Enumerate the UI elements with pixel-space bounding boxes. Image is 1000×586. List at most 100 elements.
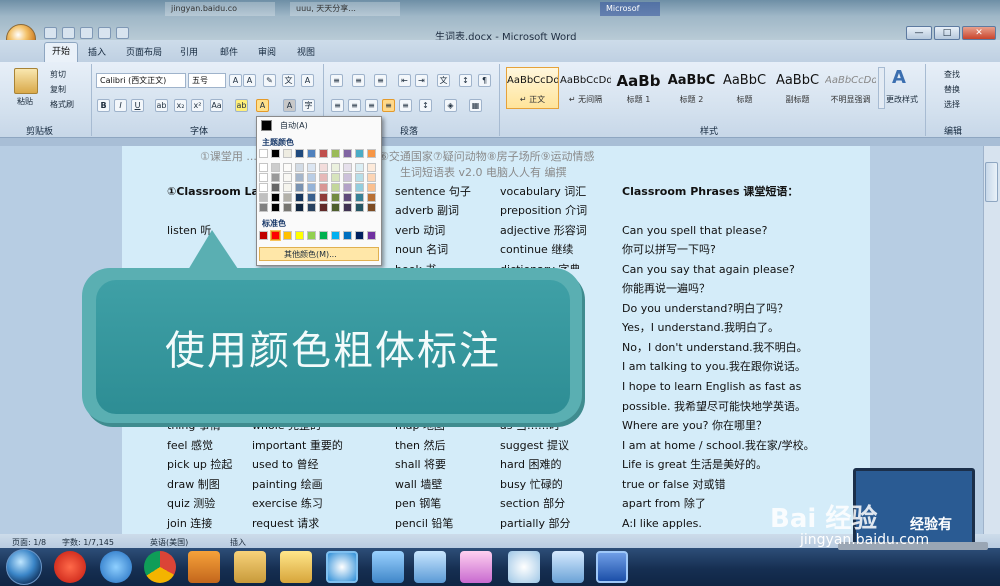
standard-color-swatch[interactable] [259, 231, 268, 240]
auto-color-option[interactable]: 自动(A) [280, 120, 308, 131]
subscript-icon[interactable]: x₂ [174, 99, 187, 112]
strikethrough-icon[interactable]: ab [155, 99, 168, 112]
redo-icon[interactable] [80, 27, 93, 39]
theme-color-swatch[interactable] [295, 163, 304, 172]
theme-color-swatch[interactable] [319, 163, 328, 172]
theme-color-swatch[interactable] [283, 163, 292, 172]
start-button[interactable] [6, 549, 42, 585]
theme-color-swatch[interactable] [319, 173, 328, 182]
style-title[interactable]: AaBbC 标题 [718, 67, 771, 109]
theme-color-swatch[interactable] [319, 149, 328, 158]
theme-color-swatch[interactable] [259, 183, 268, 192]
theme-color-swatch[interactable] [367, 183, 376, 192]
theme-color-swatch[interactable] [259, 193, 268, 202]
change-styles-button[interactable]: 更改样式 [886, 94, 918, 105]
minimize-button[interactable]: — [906, 26, 932, 40]
jiang-app-icon[interactable] [54, 551, 86, 583]
theme-color-swatch[interactable] [319, 193, 328, 202]
auto-color-swatch[interactable] [261, 120, 272, 131]
theme-color-swatch[interactable] [367, 203, 376, 212]
style-heading-1[interactable]: AaBb 标题 1 [612, 67, 665, 109]
standard-color-swatch[interactable] [270, 230, 281, 241]
paste-button[interactable]: 粘贴 [17, 96, 33, 107]
browser-active-icon[interactable] [326, 551, 358, 583]
shrink-font-icon[interactable]: A [243, 74, 256, 87]
theme-color-swatch[interactable] [259, 173, 268, 182]
browser-tab-3[interactable]: Microsof [600, 2, 660, 16]
copy-button[interactable]: 复制 [50, 84, 66, 95]
tab-insert[interactable]: 插入 [88, 45, 106, 58]
paste-icon[interactable] [14, 68, 38, 94]
theme-color-swatch[interactable] [367, 149, 376, 158]
display-icon[interactable] [552, 551, 584, 583]
decrease-indent-icon[interactable]: ⇤ [398, 74, 411, 87]
style-heading-2[interactable]: AaBbC 标题 2 [665, 67, 718, 109]
theme-color-swatch[interactable] [295, 203, 304, 212]
theme-color-swatch[interactable] [367, 193, 376, 202]
theme-color-swatch[interactable] [343, 149, 352, 158]
theme-color-swatch[interactable] [355, 183, 364, 192]
sort-icon[interactable]: ↕ [459, 74, 472, 87]
theme-color-swatch[interactable] [343, 173, 352, 182]
style-normal[interactable]: AaBbCcDd ↵ 正文 [506, 67, 559, 109]
align-left-icon[interactable]: ≡ [331, 99, 344, 112]
replace-button[interactable]: 替换 [944, 84, 960, 95]
font-color-icon[interactable]: A [256, 99, 269, 112]
insert-mode[interactable]: 插入 [230, 537, 246, 548]
distributed-icon[interactable]: ≡ [399, 99, 412, 112]
theme-color-swatch[interactable] [343, 193, 352, 202]
theme-color-swatch[interactable] [295, 173, 304, 182]
theme-color-swatch[interactable] [307, 163, 316, 172]
fan-icon[interactable] [508, 551, 540, 583]
theme-color-swatch[interactable] [271, 193, 280, 202]
show-marks-icon[interactable]: ¶ [478, 74, 491, 87]
paint-icon[interactable] [460, 551, 492, 583]
char-shading-icon[interactable]: A [283, 99, 296, 112]
multilevel-icon[interactable]: ≡ [374, 74, 387, 87]
superscript-icon[interactable]: x² [191, 99, 204, 112]
change-styles-icon[interactable]: A [892, 67, 906, 88]
theme-color-swatch[interactable] [259, 149, 268, 158]
explorer-icon[interactable] [234, 551, 266, 583]
undo-icon[interactable] [62, 27, 75, 39]
theme-color-swatch[interactable] [355, 203, 364, 212]
theme-color-swatch[interactable] [355, 163, 364, 172]
ie-icon[interactable] [100, 551, 132, 583]
standard-color-swatch[interactable] [367, 231, 376, 240]
theme-color-swatch[interactable] [283, 193, 292, 202]
browser-tab-1[interactable]: jingyan.baidu.co [165, 2, 275, 16]
theme-color-swatch[interactable] [283, 149, 292, 158]
vertical-scrollbar[interactable] [983, 146, 1000, 534]
font-size-combo[interactable]: 五号 [188, 73, 226, 88]
select-button[interactable]: 选择 [944, 99, 960, 110]
chinese-layout-icon[interactable]: 文 [437, 74, 450, 87]
theme-color-swatch[interactable] [367, 163, 376, 172]
theme-color-swatch[interactable] [271, 203, 280, 212]
align-right-icon[interactable]: ≡ [365, 99, 378, 112]
tab-mailings[interactable]: 邮件 [220, 45, 238, 58]
theme-color-swatch[interactable] [319, 203, 328, 212]
network-icon[interactable] [372, 551, 404, 583]
browser-tab-2[interactable]: uuu, 天天分享... [290, 2, 400, 16]
theme-color-swatch[interactable] [355, 149, 364, 158]
theme-color-swatch[interactable] [283, 183, 292, 192]
tab-view[interactable]: 视图 [297, 45, 315, 58]
underline-icon[interactable]: U [131, 99, 144, 112]
theme-color-swatch[interactable] [367, 173, 376, 182]
theme-color-swatch[interactable] [355, 173, 364, 182]
theme-color-swatch[interactable] [331, 183, 340, 192]
italic-icon[interactable]: I [114, 99, 127, 112]
open-icon[interactable] [98, 27, 111, 39]
chrome-icon[interactable] [144, 551, 176, 583]
line-spacing-icon[interactable]: ↕ [419, 99, 432, 112]
standard-color-swatch[interactable] [355, 231, 364, 240]
notes-icon[interactable] [280, 551, 312, 583]
align-center-icon[interactable]: ≡ [348, 99, 361, 112]
tab-review[interactable]: 审阅 [258, 45, 276, 58]
theme-color-swatch[interactable] [295, 149, 304, 158]
theme-color-swatch[interactable] [271, 183, 280, 192]
shading-icon[interactable]: ◈ [444, 99, 457, 112]
find-button[interactable]: 查找 [944, 69, 960, 80]
theme-color-swatch[interactable] [295, 183, 304, 192]
theme-color-swatch[interactable] [319, 183, 328, 192]
